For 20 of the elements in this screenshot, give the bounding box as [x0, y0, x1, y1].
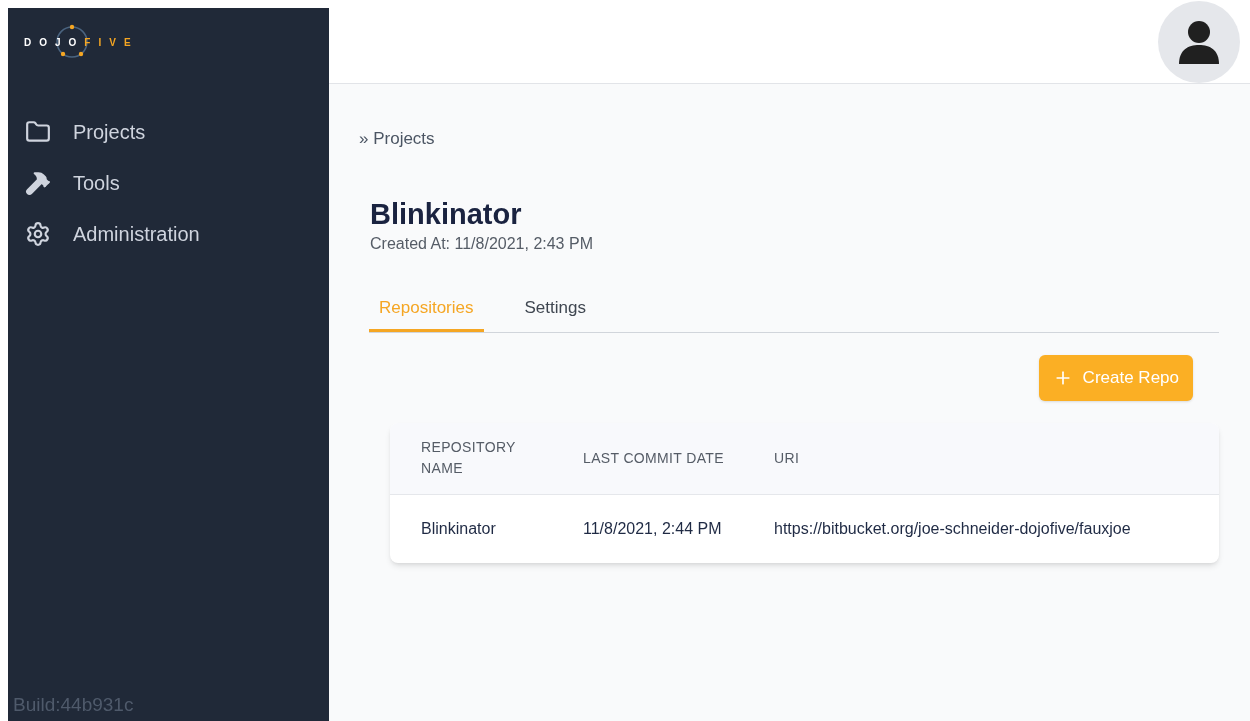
table-cell-text: 11/8/2021, 2:44 PM: [582, 518, 723, 539]
table-row[interactable]: Blinkinator 11/8/2021, 2:44 PM https://bitbucket.org/joe-schneider-dojofive/fauxjoe: [390, 494, 1219, 563]
sidebar-item[interactable]: Projects: [25, 116, 329, 147]
gear-icon: [25, 220, 51, 247]
column-header: REPOSITORY NAME: [420, 438, 517, 479]
breadcrumb[interactable]: » Projects: [359, 126, 1219, 152]
column-header: LAST COMMIT DATE: [582, 448, 725, 468]
sidebar-item[interactable]: Tools: [25, 167, 329, 198]
sidebar-item[interactable]: Administration: [25, 218, 329, 249]
tab[interactable]: Settings: [514, 285, 596, 332]
created-date: Created At: 11/8/2021, 2:43 PM: [370, 233, 594, 254]
logo-text: DOJO: [24, 35, 85, 50]
project-title: Blinkinator: [370, 196, 523, 232]
folder-icon: [25, 118, 51, 145]
column-header: URI: [774, 448, 801, 468]
table-cell-text: https://bitbucket.org/joe-schneider-dojofive/fauxjoe: [774, 518, 1132, 539]
person-icon: [1178, 19, 1220, 64]
hammer-icon: [25, 169, 51, 196]
logo-text: FIVE: [84, 35, 139, 50]
table-cell-text: Blinkinator: [420, 518, 497, 539]
